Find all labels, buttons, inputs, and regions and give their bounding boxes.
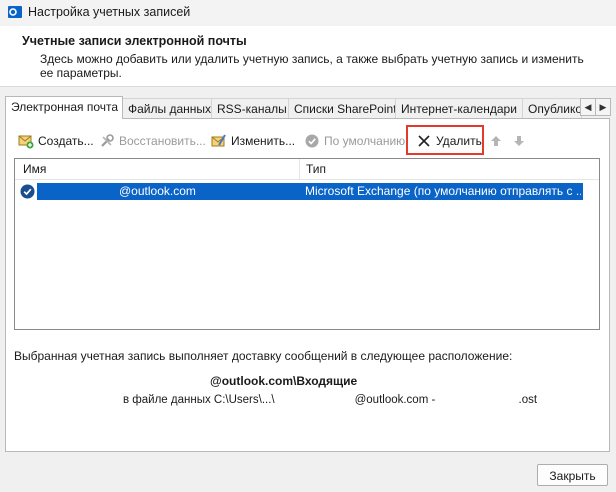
tab-scroll-left-icon[interactable]: ◀ [580,98,596,116]
account-name-cell: @outlook.com [119,184,196,198]
header-title: Учетные записи электронной почты [22,34,247,48]
new-account-icon [18,135,34,149]
move-down-arrow-icon[interactable] [513,134,525,148]
column-separator[interactable] [299,159,300,179]
edit-account-icon [211,134,226,147]
tab-strip: Электронная почта Файлы данных RSS-канал… [5,96,611,119]
account-list[interactable]: Имя Тип @outlook.com Microsoft Exchange … [14,158,600,330]
column-header-type[interactable]: Тип [306,159,326,179]
delivery-folder-path: @outlook.com\Входящие [210,374,358,388]
default-check-icon [305,134,319,148]
tab-internet-calendars[interactable]: Интернет-календари [395,98,523,118]
edit-button-label: Изменить... [231,134,296,148]
delivery-location-label: Выбранная учетная запись выполняет доста… [14,349,513,363]
default-account-check-icon [20,184,35,199]
delivery-data-file-path: в файле данных C:\Users\...\ @outlook.com… [123,394,537,406]
restore-button-label: Восстановить... [119,134,206,148]
tab-email[interactable]: Электронная почта [5,96,123,119]
close-button[interactable]: Закрыть [537,464,608,486]
move-up-arrow-icon[interactable] [490,134,502,148]
repair-tools-icon [101,134,114,147]
data-file-extension: .ost [518,394,538,406]
set-default-button[interactable]: По умолчанию [304,130,406,152]
tab-published-calendars[interactable]: Опублико [522,98,582,118]
set-default-button-label: По умолчанию [324,134,406,148]
window-title: Настройка учетных записей [28,5,191,19]
account-settings-window: Настройка учетных записей Учетные записи… [0,0,616,492]
account-list-header: Имя Тип [15,159,599,180]
account-type-cell: Microsoft Exchange (по умолчанию отправл… [305,184,581,198]
table-row[interactable]: @outlook.com Microsoft Exchange (по умол… [15,181,599,201]
delete-highlight-frame [406,125,484,155]
tab-scroll-right-icon[interactable]: ▶ [595,98,611,116]
header-description: Здесь можно добавить или удалить учетную… [40,52,584,80]
outlook-app-icon [8,6,22,18]
header-section: Учетные записи электронной почты Здесь м… [0,26,616,87]
column-header-name[interactable]: Имя [23,159,46,179]
data-file-prefix: в файле данных C:\Users\...\ [123,394,275,406]
restore-button[interactable]: Восстановить... [99,130,206,152]
edit-button[interactable]: Изменить... [211,130,295,152]
create-button-label: Создать... [38,134,94,148]
create-button[interactable]: Создать... [18,130,94,152]
tab-rss-feeds[interactable]: RSS-каналы [211,98,289,118]
tab-sharepoint-lists[interactable]: Списки SharePoint [288,98,396,118]
tab-data-files[interactable]: Файлы данных [122,98,212,118]
title-bar[interactable]: Настройка учетных записей [0,0,616,27]
data-file-account: @outlook.com - [354,394,439,406]
